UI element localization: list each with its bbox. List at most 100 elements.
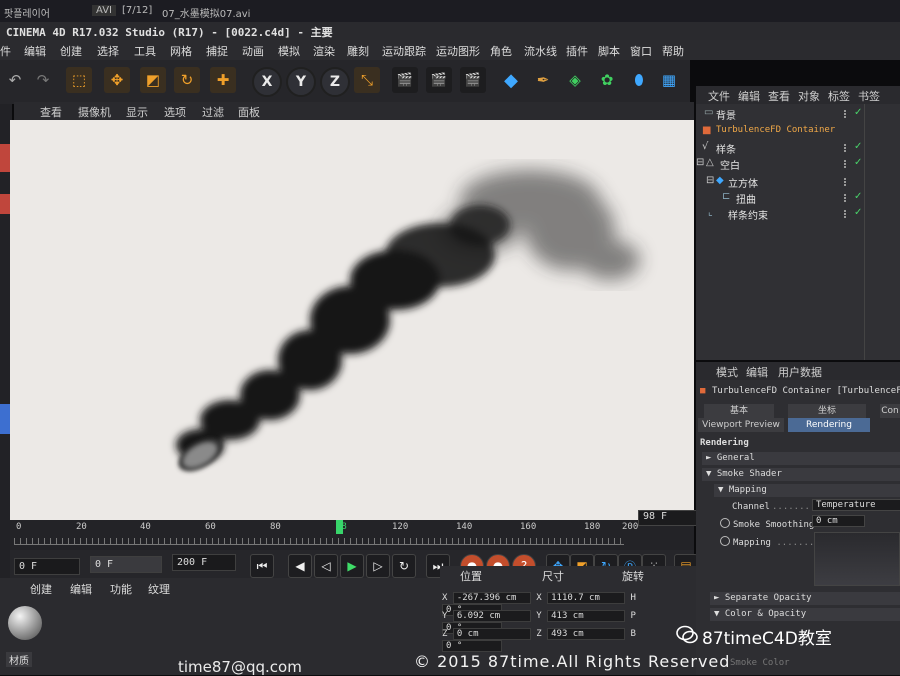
rotation-b-field[interactable]: 0 ° [442, 640, 502, 652]
tab-basic[interactable]: 基本 [704, 404, 774, 418]
material-name[interactable]: 材质 [6, 652, 32, 667]
enabled-check-icon[interactable]: ✓ [854, 207, 862, 218]
viewport-menu-view[interactable]: 查看 [40, 104, 62, 120]
cube-icon[interactable]: ◆ [498, 67, 524, 93]
menu-motion-tracking[interactable]: 运动跟踪 [382, 43, 426, 59]
menu-simulate[interactable]: 模拟 [278, 43, 300, 59]
mode-icon[interactable] [0, 144, 10, 172]
smoothing-field[interactable]: 0 cm [812, 515, 865, 527]
visibility-dots[interactable] [844, 144, 850, 152]
size-z-field[interactable]: 493 cm [547, 628, 626, 640]
material-preview[interactable] [8, 606, 42, 640]
next-frame-icon[interactable]: ↻ [392, 554, 416, 578]
attr-menu-edit[interactable]: 编辑 [746, 364, 768, 380]
obj-menu-tags[interactable]: 标签 [828, 88, 850, 104]
enabled-check-icon[interactable]: ✓ [854, 141, 862, 152]
menu-sculpt[interactable]: 雕刻 [347, 43, 369, 59]
visibility-dots[interactable] [844, 210, 850, 218]
material-menu-texture[interactable]: 纹理 [148, 581, 170, 597]
obj-menu-objects[interactable]: 对象 [798, 88, 820, 104]
attr-menu-mode[interactable]: 模式 [716, 364, 738, 380]
subdivision-icon[interactable]: ◈ [562, 67, 588, 93]
menu-help[interactable]: 帮助 [662, 43, 684, 59]
timeline[interactable]: 0 20 40 60 80 98 120 140 160 180 200 98 … [10, 510, 700, 550]
mapping-curve[interactable] [814, 532, 900, 586]
menu-snap[interactable]: 捕捉 [206, 43, 228, 59]
visibility-dots[interactable] [844, 178, 850, 186]
tab-viewport-preview[interactable]: Viewport Preview [698, 418, 784, 432]
viewport-menu-panel[interactable]: 面板 [238, 104, 260, 120]
viewport[interactable] [10, 120, 694, 520]
object-item[interactable]: ▭ 背景 ✓ [696, 106, 900, 122]
menu-file[interactable]: 件 [0, 43, 11, 59]
render-icon[interactable]: 🎬 [426, 67, 452, 93]
material-menu-edit[interactable]: 编辑 [70, 581, 92, 597]
current-frame-field[interactable]: 98 F [638, 510, 700, 526]
material-menu-create[interactable]: 创建 [30, 581, 52, 597]
cloner-icon[interactable]: ✿ [594, 67, 620, 93]
scale-icon[interactable]: ◩ [140, 67, 166, 93]
deformer-icon[interactable]: ⬮ [626, 67, 652, 93]
undo-icon[interactable]: ↶ [2, 67, 28, 93]
mode-icon[interactable] [0, 194, 10, 214]
group-separate-opacity[interactable]: ► Separate Opacity [710, 592, 900, 605]
prev-key-icon[interactable]: ◀ [288, 554, 312, 578]
object-item[interactable]: ⊟ ◆ 立方体 [696, 174, 900, 190]
viewport-menu-display[interactable]: 显示 [126, 104, 148, 120]
object-item[interactable]: ⌞ 样条约束 ✓ [696, 206, 900, 222]
obj-menu-file[interactable]: 文件 [708, 88, 730, 104]
axis-z-button[interactable]: Z [320, 67, 350, 97]
menu-render[interactable]: 渲染 [313, 43, 335, 59]
tab-container[interactable]: Con [880, 404, 900, 418]
position-x-field[interactable]: -267.396 cm [452, 592, 531, 604]
viewport-menu-camera[interactable]: 摄像机 [78, 104, 111, 120]
menu-character[interactable]: 角色 [490, 43, 512, 59]
size-x-field[interactable]: 1110.7 cm [547, 592, 626, 604]
floor-icon[interactable]: ▦ [656, 67, 682, 93]
attr-menu-userdata[interactable]: 用户数据 [778, 364, 822, 380]
mapping-radio[interactable] [720, 536, 730, 546]
visibility-dots[interactable] [844, 110, 850, 118]
menu-animate[interactable]: 动画 [242, 43, 264, 59]
collapse-icon[interactable]: ⊟ [706, 175, 714, 186]
position-y-field[interactable]: 6.092 cm [452, 610, 531, 622]
select-icon[interactable]: ⬚ [66, 67, 92, 93]
render-view-icon[interactable]: 🎬 [392, 67, 418, 93]
play-back-icon[interactable]: ◁ [314, 554, 338, 578]
mode-icon[interactable] [0, 404, 10, 434]
menu-window[interactable]: 窗口 [630, 43, 652, 59]
menu-mesh[interactable]: 网格 [170, 43, 192, 59]
menu-create[interactable]: 创建 [60, 43, 82, 59]
group-general[interactable]: ► General [702, 452, 900, 465]
menu-select[interactable]: 选择 [97, 43, 119, 59]
visibility-dots[interactable] [844, 160, 850, 168]
menu-plugins[interactable]: 插件 [566, 43, 588, 59]
end-frame-field[interactable]: 200 F [172, 554, 236, 571]
pen-icon[interactable]: ✒ [530, 67, 556, 93]
channel-select[interactable]: Temperature [812, 499, 900, 511]
timeline-ruler[interactable] [14, 538, 624, 545]
collapse-icon[interactable]: ⊟ [696, 157, 704, 168]
coordinate-icon[interactable]: ⤡ [354, 67, 380, 93]
min-frame-slider[interactable]: 0 F [90, 556, 162, 573]
menu-mograph[interactable]: 运动图形 [436, 43, 480, 59]
enabled-check-icon[interactable]: ✓ [854, 191, 862, 202]
add-icon[interactable]: ✚ [210, 67, 236, 93]
visibility-dots[interactable] [844, 194, 850, 202]
rotate-icon[interactable]: ↻ [174, 67, 200, 93]
enabled-check-icon[interactable]: ✓ [854, 157, 862, 168]
start-frame-field[interactable]: 0 F [14, 558, 80, 575]
smoothing-radio[interactable] [720, 518, 730, 528]
menu-script[interactable]: 脚本 [598, 43, 620, 59]
next-key-icon[interactable]: ▷ [366, 554, 390, 578]
axis-y-button[interactable]: Y [286, 67, 316, 97]
group-smoke-shader[interactable]: ▼ Smoke Shader [702, 468, 900, 481]
object-item[interactable]: ■ TurbulenceFD Container [696, 124, 900, 140]
go-start-icon[interactable]: ⏮ [250, 554, 274, 578]
object-item[interactable]: ⊟ △ 空白 ✓ [696, 156, 900, 172]
play-icon[interactable]: ▶ [340, 554, 364, 578]
menu-edit[interactable]: 编辑 [24, 43, 46, 59]
obj-menu-bookmarks[interactable]: 书签 [858, 88, 880, 104]
enabled-check-icon[interactable]: ✓ [854, 107, 862, 118]
size-y-field[interactable]: 413 cm [547, 610, 626, 622]
